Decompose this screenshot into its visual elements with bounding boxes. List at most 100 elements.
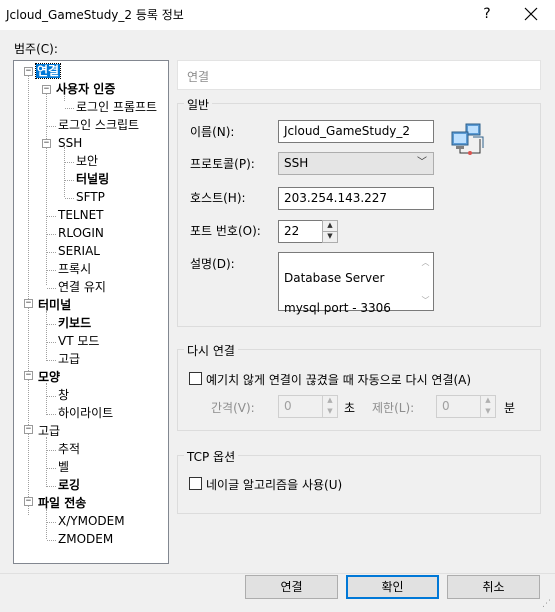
description-line: Database Server [284, 271, 385, 285]
tree-item-rlogin[interactable]: RLOGIN [58, 225, 104, 241]
collapse-toggle[interactable]: − [42, 85, 51, 94]
spin-up-icon[interactable]: ▲ [481, 396, 495, 407]
name-field[interactable]: Jcloud_GameStudy_2 [278, 120, 434, 143]
tree-line [47, 360, 56, 361]
tree-item-sftp[interactable]: SFTP [76, 189, 105, 205]
description-label: 설명(D): [190, 257, 235, 271]
scroll-down-icon[interactable]: ﹀ [418, 293, 433, 308]
tree-item-advanced[interactable]: 고급 [38, 423, 60, 439]
tree-item-file-transfer[interactable]: 파일 전송 [38, 495, 86, 511]
interval-unit: 초 [344, 401, 356, 415]
tree-line [65, 108, 74, 109]
cancel-button[interactable]: 취소 [447, 575, 540, 599]
tree-item-window[interactable]: 창 [58, 387, 69, 403]
category-tree[interactable]: − − − − − − − 연결 사용자 인증 로그인 프롬프트 로그인 스크립… [13, 60, 169, 564]
spin-down-icon[interactable]: ▼ [481, 407, 495, 418]
tree-item-proxy[interactable]: 프록시 [58, 261, 91, 277]
tree-item-tunneling[interactable]: 터널링 [76, 171, 109, 187]
section-title: 연결 [187, 70, 210, 84]
nagle-label: 네이글 알고리즘을 사용(U) [206, 478, 343, 492]
tree-item-telnet[interactable]: TELNET [58, 207, 104, 223]
tree-line [46, 437, 47, 487]
tree-item-keyboard[interactable]: 키보드 [58, 315, 91, 331]
tree-item-keepalive[interactable]: 연결 유지 [58, 279, 106, 295]
spin-down-icon[interactable]: ▼ [323, 407, 337, 418]
tree-line [47, 288, 56, 289]
tree-line [47, 540, 56, 541]
tree-line [65, 180, 74, 181]
tree-line [46, 383, 47, 415]
close-button[interactable] [516, 3, 546, 25]
tree-item-xymodem[interactable]: X/YMODEM [58, 513, 125, 529]
tree-item-serial[interactable]: SERIAL [58, 243, 100, 259]
collapse-toggle[interactable]: − [24, 425, 33, 434]
description-line: mysql port - 3306 [284, 301, 391, 315]
collapse-toggle[interactable]: − [42, 139, 51, 148]
spin-up-icon[interactable]: ▲ [323, 221, 337, 232]
tree-item-connection[interactable]: 연결 [34, 63, 62, 79]
tree-item-vt-mode[interactable]: VT 모드 [58, 333, 99, 349]
spin-down-icon[interactable]: ▼ [323, 232, 337, 243]
protocol-label: 프로토콜(P): [190, 157, 255, 171]
general-group-title: 일반 [184, 96, 213, 113]
tree-item-terminal-advanced[interactable]: 고급 [58, 351, 80, 367]
spin-up-icon[interactable]: ▲ [323, 396, 337, 407]
collapse-toggle[interactable]: − [24, 371, 33, 380]
port-spinner[interactable]: ▲ ▼ [322, 220, 338, 243]
tree-item-terminal[interactable]: 터미널 [38, 297, 71, 313]
limit-spinner[interactable]: ▲ ▼ [480, 395, 496, 418]
tree-line [47, 270, 56, 271]
limit-label: 제한(L): [372, 401, 415, 415]
tree-line [47, 252, 56, 253]
tree-line [47, 342, 56, 343]
protocol-value: SSH [284, 156, 309, 170]
collapse-toggle[interactable]: − [24, 299, 33, 308]
tree-item-trace[interactable]: 추적 [58, 441, 80, 457]
collapse-toggle[interactable]: − [24, 497, 33, 506]
tree-line [46, 509, 47, 539]
limit-unit: 분 [504, 401, 516, 415]
protocol-select[interactable]: SSH ﹀ [278, 152, 434, 175]
tree-item-authentication[interactable]: 사용자 인증 [56, 81, 115, 97]
tree-item-security[interactable]: 보안 [76, 153, 98, 169]
interval-label: 간격(V): [211, 401, 255, 415]
tree-item-appearance[interactable]: 모양 [38, 369, 60, 385]
interval-field[interactable]: 0 [278, 395, 323, 418]
tree-line [28, 75, 29, 515]
collapse-toggle[interactable]: − [24, 67, 33, 76]
network-icon [450, 122, 486, 161]
tree-line [47, 468, 56, 469]
tree-item-zmodem[interactable]: ZMODEM [58, 531, 113, 547]
description-field[interactable]: Database Server mysql port - 3306 ︿ ﹀ [278, 252, 434, 315]
tree-line [46, 311, 47, 361]
nagle-checkbox[interactable] [189, 477, 202, 490]
auto-reconnect-label: 예기치 않게 연결이 끊겼을 때 자동으로 다시 연결(A) [206, 373, 472, 387]
resize-grip-icon[interactable]: ⋰ [542, 599, 551, 609]
connect-button[interactable]: 연결 [245, 575, 338, 599]
tree-item-login-prompt[interactable]: 로그인 프롬프트 [76, 99, 157, 115]
tree-line [47, 234, 56, 235]
tcp-options-title: TCP 옵션 [184, 448, 239, 465]
help-button[interactable]: ? [474, 3, 500, 25]
host-field[interactable]: 203.254.143.227 [278, 187, 434, 210]
tree-line [47, 522, 56, 523]
tree-item-logging[interactable]: 로깅 [58, 477, 80, 493]
tree-item-bell[interactable]: 벨 [58, 459, 69, 475]
tree-line [64, 147, 65, 197]
description-scrollbar[interactable]: ︿ ﹀ [418, 253, 433, 310]
tree-line [46, 91, 47, 285]
port-label: 포트 번호(O): [190, 224, 261, 238]
interval-spinner[interactable]: ▲ ▼ [322, 395, 338, 418]
tree-line [47, 126, 56, 127]
window-title: Jcloud_GameStudy_2 등록 정보 [6, 8, 184, 22]
chevron-down-icon: ﹀ [417, 157, 427, 168]
tree-item-login-script[interactable]: 로그인 스크립트 [58, 117, 139, 133]
limit-field[interactable]: 0 [436, 395, 481, 418]
close-icon [524, 7, 538, 21]
tree-item-highlight[interactable]: 하이라이트 [58, 405, 113, 421]
auto-reconnect-checkbox[interactable] [189, 372, 202, 385]
port-field[interactable]: 22 [278, 220, 323, 243]
ok-button[interactable]: 확인 [346, 575, 439, 599]
scroll-up-icon[interactable]: ︿ [418, 255, 433, 270]
tree-item-ssh[interactable]: SSH [58, 135, 82, 151]
